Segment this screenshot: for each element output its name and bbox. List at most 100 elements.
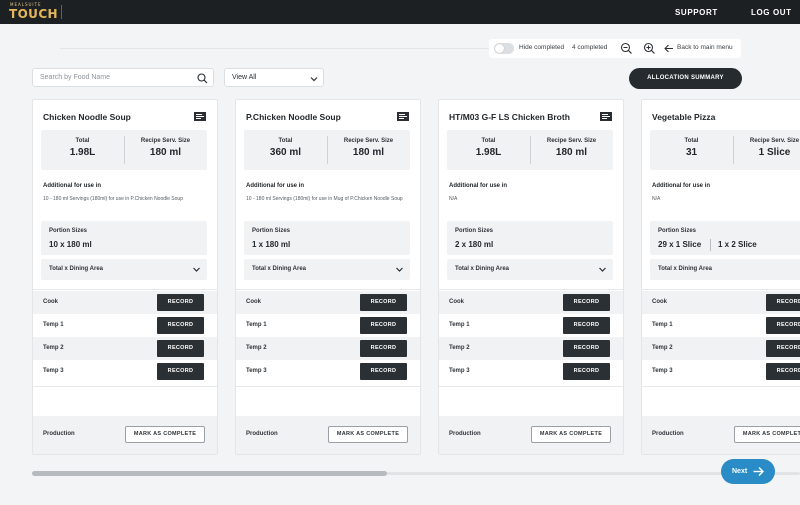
back-to-main-menu[interactable]: Back to main menu xyxy=(677,44,733,51)
food-card: Vegetable Pizza Total 31 Recipe Serv. Siz… xyxy=(641,99,800,455)
record-row-temp-3: Temp 3 RECORD xyxy=(236,360,420,383)
app-logo[interactable]: MEALSUITE TOUCH xyxy=(9,2,69,22)
dining-area-label: Total x Dining Area xyxy=(658,266,713,272)
dining-area-dropdown[interactable]: Total x Dining Area xyxy=(41,259,207,280)
stats-box: Total 1.98L Recipe Serv. Size 180 ml xyxy=(447,130,613,170)
total-col: Total 360 ml xyxy=(244,130,327,170)
allocation-summary-button[interactable]: ALLOCATION SUMMARY xyxy=(629,68,742,89)
completed-count: 4 completed xyxy=(572,44,608,51)
record-button[interactable]: RECORD xyxy=(563,317,610,334)
record-button[interactable]: RECORD xyxy=(766,317,800,334)
row-label: Temp 3 xyxy=(246,368,267,374)
portion-size-value: 10 x 180 ml xyxy=(49,240,92,249)
dining-area-dropdown[interactable]: Total x Dining Area xyxy=(447,259,613,280)
row-label: Temp 1 xyxy=(652,322,673,328)
additional-heading: Additional for use in xyxy=(43,183,101,189)
portion-size-value: 1 x 2 Slice xyxy=(718,240,757,249)
zoom-in-icon[interactable] xyxy=(643,42,656,55)
record-button[interactable]: RECORD xyxy=(157,294,204,311)
dining-area-dropdown[interactable]: Total x Dining Area xyxy=(244,259,410,280)
total-label: Total xyxy=(481,138,496,144)
logout-link[interactable]: LOG OUT xyxy=(751,8,792,17)
chevron-down-icon xyxy=(310,77,318,82)
divider xyxy=(439,386,623,387)
row-label: Cook xyxy=(449,299,464,305)
additional-heading: Additional for use in xyxy=(246,183,304,189)
card-menu-icon[interactable] xyxy=(600,112,612,121)
production-label: Production xyxy=(652,431,684,437)
portion-sizes-label: Portion Sizes xyxy=(252,228,291,234)
serv-size-col: Recipe Serv. Size 180 ml xyxy=(124,130,207,170)
portion-sizes-box: Portion Sizes 29 x 1 Slice 1 x 2 Slice xyxy=(650,221,800,255)
dining-area-label: Total x Dining Area xyxy=(49,266,104,272)
arrow-right-icon xyxy=(753,467,764,476)
production-row: Production MARK AS COMPLETE xyxy=(439,416,623,454)
record-button[interactable]: RECORD xyxy=(360,294,407,311)
dining-area-dropdown[interactable]: Total x Dining Area xyxy=(650,259,800,280)
divider xyxy=(236,289,420,290)
zoom-out-icon[interactable] xyxy=(620,42,633,55)
view-select[interactable]: View All xyxy=(224,68,324,87)
serv-size-label: Recipe Serv. Size xyxy=(343,138,394,144)
record-button[interactable]: RECORD xyxy=(157,317,204,334)
serv-size-label: Recipe Serv. Size xyxy=(140,138,191,144)
search-placeholder: Search by Food Name xyxy=(40,74,111,81)
portion-sizes-label: Portion Sizes xyxy=(455,228,494,234)
logo-divider xyxy=(61,5,62,19)
mark-as-complete-button[interactable]: MARK AS COMPLETE xyxy=(734,426,800,443)
total-value: 1.98L xyxy=(69,147,96,158)
record-button[interactable]: RECORD xyxy=(360,317,407,334)
back-arrow-icon[interactable] xyxy=(663,42,674,55)
serv-size-label: Recipe Serv. Size xyxy=(546,138,597,144)
record-row-temp-2: Temp 2 RECORD xyxy=(33,337,217,360)
total-col: Total 1.98L xyxy=(41,130,124,170)
next-button[interactable]: Next xyxy=(721,459,775,484)
serv-size-value: 180 ml xyxy=(555,147,588,158)
record-button[interactable]: RECORD xyxy=(157,363,204,380)
card-menu-icon[interactable] xyxy=(194,112,206,121)
hide-completed-toggle[interactable] xyxy=(494,43,514,54)
record-row-cook: Cook RECORD xyxy=(33,291,217,314)
mark-as-complete-button[interactable]: MARK AS COMPLETE xyxy=(328,426,408,443)
record-button[interactable]: RECORD xyxy=(360,363,407,380)
support-link[interactable]: SUPPORT xyxy=(675,8,718,17)
total-col: Total 31 xyxy=(650,130,733,170)
food-card: Chicken Noodle Soup Total 1.98L Recipe Se… xyxy=(32,99,218,455)
record-row-temp-2: Temp 2 RECORD xyxy=(642,337,800,360)
production-row: Production MARK AS COMPLETE xyxy=(33,416,217,454)
scrollbar-thumb[interactable] xyxy=(32,471,387,476)
toggle-knob xyxy=(495,44,504,53)
record-button[interactable]: RECORD xyxy=(157,340,204,357)
row-label: Temp 1 xyxy=(449,322,470,328)
chevron-down-icon xyxy=(599,267,606,272)
mark-as-complete-button[interactable]: MARK AS COMPLETE xyxy=(531,426,611,443)
stats-box: Total 1.98L Recipe Serv. Size 180 ml xyxy=(41,130,207,170)
row-label: Temp 2 xyxy=(449,345,470,351)
additional-text: N/A xyxy=(449,196,458,202)
stats-box: Total 31 Recipe Serv. Size 1 Slice xyxy=(650,130,800,170)
record-button[interactable]: RECORD xyxy=(766,340,800,357)
record-button[interactable]: RECORD xyxy=(563,294,610,311)
record-button[interactable]: RECORD xyxy=(766,294,800,311)
record-row-temp-3: Temp 3 RECORD xyxy=(642,360,800,383)
search-input[interactable]: Search by Food Name xyxy=(32,68,214,87)
record-button[interactable]: RECORD xyxy=(360,340,407,357)
divider xyxy=(439,289,623,290)
card-title: HT/M03 G-F LS Chicken Broth xyxy=(449,112,570,122)
food-card: P.Chicken Noodle Soup Total 360 ml Recipe… xyxy=(235,99,421,455)
mark-as-complete-button[interactable]: MARK AS COMPLETE xyxy=(125,426,205,443)
hide-completed-label: Hide completed xyxy=(519,44,565,51)
portion-size-value: 1 x 180 ml xyxy=(252,240,291,249)
record-row-cook: Cook RECORD xyxy=(236,291,420,314)
record-button[interactable]: RECORD xyxy=(766,363,800,380)
record-button[interactable]: RECORD xyxy=(563,363,610,380)
divider xyxy=(236,386,420,387)
portion-sizes-label: Portion Sizes xyxy=(658,228,697,234)
additional-text: 10 - 180 ml Servings (180ml) for use in … xyxy=(43,196,183,202)
row-label: Temp 3 xyxy=(43,368,64,374)
additional-heading: Additional for use in xyxy=(652,183,710,189)
serv-size-value: 180 ml xyxy=(352,147,385,158)
card-menu-icon[interactable] xyxy=(397,112,409,121)
additional-text: N/A xyxy=(652,196,661,202)
record-button[interactable]: RECORD xyxy=(563,340,610,357)
